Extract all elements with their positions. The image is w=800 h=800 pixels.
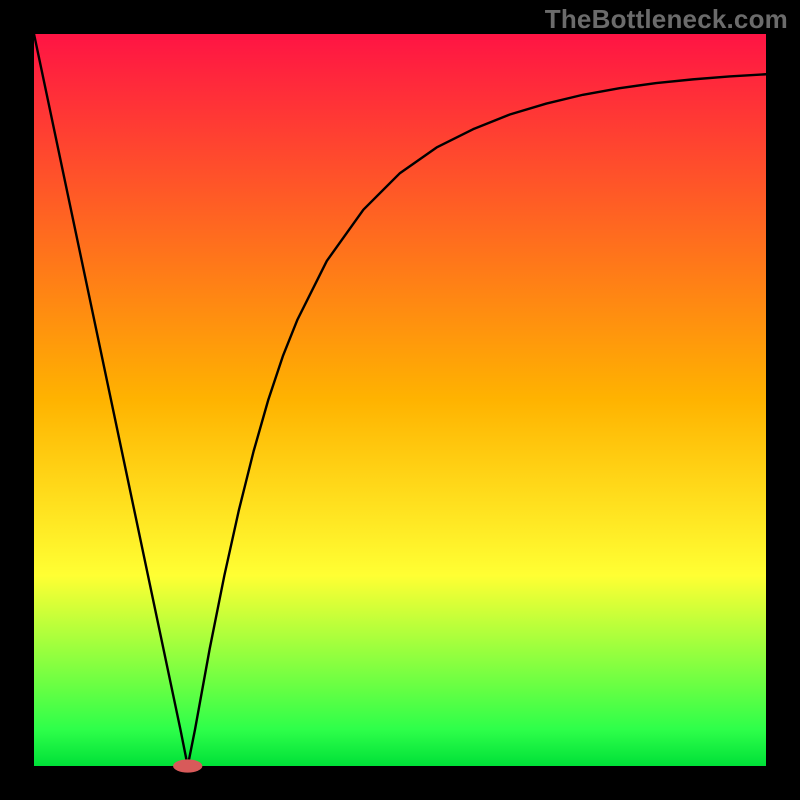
bottleneck-chart: TheBottleneck.com — [0, 0, 800, 800]
watermark-text: TheBottleneck.com — [545, 4, 788, 35]
chart-svg — [0, 0, 800, 800]
optimal-point — [173, 759, 202, 772]
